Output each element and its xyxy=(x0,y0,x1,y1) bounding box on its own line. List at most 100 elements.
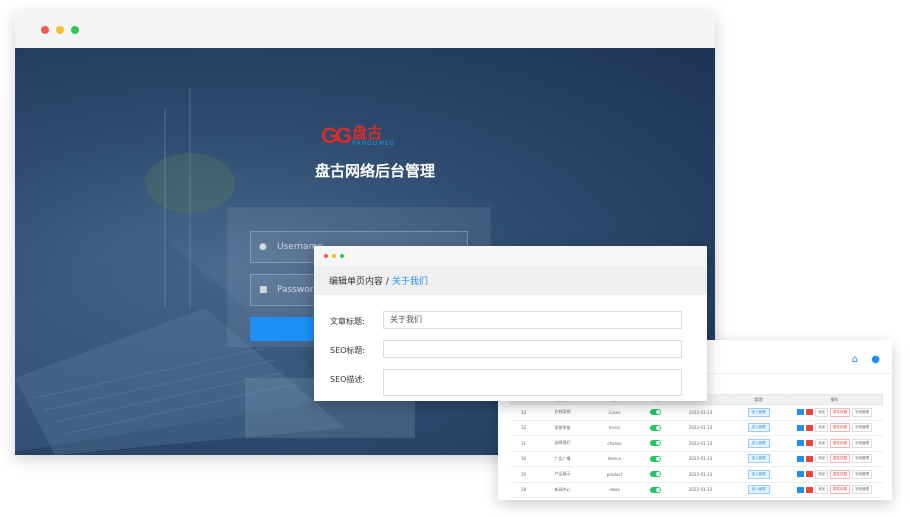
add-button[interactable]: 添加 xyxy=(815,423,828,433)
attr-button[interactable]: 属性设置 xyxy=(830,407,850,417)
cell-id: 30 xyxy=(510,451,537,467)
table-row: 30 广告广播 device 2022-01-13 进入管理 添加 属性设置 字段管… xyxy=(510,451,883,467)
enter-manage-button[interactable]: 进入管理 xyxy=(747,454,770,464)
delete-button[interactable] xyxy=(806,440,813,447)
brand-logo: GG 盘古 PANGUWEB xyxy=(321,123,395,149)
cell-en: choose xyxy=(588,435,641,452)
table-row: 31 选择我们 choose 2022-01-13 进入管理 添加 属性设置 字段管… xyxy=(510,435,883,452)
add-button[interactable]: 添加 xyxy=(815,454,828,464)
cell-status xyxy=(640,404,671,421)
add-button[interactable]: 添加 xyxy=(815,485,828,495)
status-toggle[interactable] xyxy=(650,471,661,478)
home-icon[interactable]: ⌂ xyxy=(852,355,858,365)
enter-manage-button[interactable]: 进入管理 xyxy=(747,438,770,448)
article-title-label: 文章标题: xyxy=(330,317,365,326)
attr-button[interactable]: 属性设置 xyxy=(830,469,850,479)
table-row: 29 产品展示 product 2022-01-13 进入管理 添加 属性设置 字段… xyxy=(510,466,883,483)
cell-actions: 添加 属性设置 字段管理 xyxy=(786,466,883,483)
status-toggle[interactable] xyxy=(650,440,661,447)
delete-button[interactable] xyxy=(806,486,813,493)
seo-button[interactable]: 字段管理 xyxy=(852,454,872,464)
delete-button[interactable] xyxy=(806,409,813,416)
minimize-dot-icon[interactable] xyxy=(332,254,336,258)
attr-button[interactable]: 属性设置 xyxy=(830,438,850,448)
cell-name: 新闻中心 xyxy=(536,482,589,498)
edit-button[interactable] xyxy=(797,424,804,431)
maximize-dot-icon[interactable] xyxy=(340,254,344,258)
table-row: 28 新闻中心 news 2022-01-13 进入管理 添加 属性设置 字段管理 xyxy=(510,482,883,498)
cell-id: 33 xyxy=(510,404,537,421)
lock-icon: ■ xyxy=(259,285,268,295)
cell-actions: 添加 属性设置 字段管理 xyxy=(786,404,883,421)
edit-button[interactable] xyxy=(797,486,804,493)
cell-en: honor xyxy=(588,420,641,436)
edit-button[interactable] xyxy=(797,440,804,447)
cell-en: device xyxy=(588,451,641,467)
article-title-input[interactable]: 关于我们 xyxy=(383,311,682,329)
seo-title-input[interactable] xyxy=(383,340,682,358)
cell-name: 产品展示 xyxy=(536,466,589,483)
close-dot-icon[interactable] xyxy=(324,254,328,258)
status-toggle[interactable] xyxy=(650,455,661,462)
cell-date: 2022-01-13 xyxy=(670,451,731,467)
status-toggle[interactable] xyxy=(650,409,661,416)
minimize-dot-icon[interactable] xyxy=(56,26,64,34)
seo-description-textarea[interactable] xyxy=(383,369,682,396)
add-button[interactable]: 添加 xyxy=(815,469,828,479)
cell-id: 31 xyxy=(510,435,537,452)
cell-actions: 添加 属性设置 字段管理 xyxy=(786,482,883,498)
add-button[interactable]: 添加 xyxy=(815,438,828,448)
cell-actions: 添加 属性设置 字段管理 xyxy=(786,420,883,436)
close-dot-icon[interactable] xyxy=(41,26,49,34)
seo-button[interactable]: 字段管理 xyxy=(852,423,872,433)
cell-manage: 进入管理 xyxy=(730,451,787,467)
cell-manage: 进入管理 xyxy=(730,435,787,452)
cell-date: 2022-01-13 xyxy=(670,420,731,436)
cell-id: 32 xyxy=(510,420,537,436)
seo-button[interactable]: 字段管理 xyxy=(852,469,872,479)
cell-status xyxy=(640,466,671,483)
edit-button[interactable] xyxy=(797,409,804,416)
breadcrumb: 编辑单页内容 / 关于我们 xyxy=(314,266,707,295)
enter-manage-button[interactable]: 进入管理 xyxy=(747,485,770,495)
login-title: 盘古网络后台管理 xyxy=(314,162,435,180)
logo-mark: GG xyxy=(321,123,352,148)
edit-button[interactable] xyxy=(797,471,804,478)
attr-button[interactable]: 属性设置 xyxy=(830,454,850,464)
cell-status xyxy=(640,435,671,452)
attr-button[interactable]: 属性设置 xyxy=(830,485,850,495)
logo-text: 盘古 PANGUWEB xyxy=(352,125,395,147)
edit-button[interactable] xyxy=(797,455,804,462)
login-titlebar xyxy=(15,12,715,48)
seo-button[interactable]: 字段管理 xyxy=(852,438,872,448)
seo-button[interactable]: 字段管理 xyxy=(852,485,872,495)
delete-button[interactable] xyxy=(806,424,813,431)
cell-date: 2022-01-13 xyxy=(670,435,731,452)
seo-button[interactable]: 字段管理 xyxy=(852,407,872,417)
status-toggle[interactable] xyxy=(650,424,661,431)
column-header: 管理 xyxy=(730,394,787,405)
add-button[interactable]: 添加 xyxy=(815,407,828,417)
cell-manage: 进入管理 xyxy=(730,466,787,483)
cell-manage: 进入管理 xyxy=(730,420,787,436)
cell-manage: 进入管理 xyxy=(730,482,787,498)
cell-actions: 添加 属性设置 字段管理 xyxy=(786,451,883,467)
enter-manage-button[interactable]: 进入管理 xyxy=(747,423,770,433)
status-toggle[interactable] xyxy=(650,486,661,493)
enter-manage-button[interactable]: 进入管理 xyxy=(747,469,770,479)
breadcrumb-link[interactable]: 关于我们 xyxy=(392,274,428,287)
cell-actions: 添加 属性设置 字段管理 xyxy=(786,435,883,452)
user-menu-icon[interactable]: ● xyxy=(871,355,880,365)
cell-status xyxy=(640,482,671,498)
cell-status xyxy=(640,451,671,467)
cell-en: Cases xyxy=(588,404,641,421)
user-icon: ● xyxy=(259,242,267,252)
cell-date: 2022-01-13 xyxy=(670,466,731,483)
delete-button[interactable] xyxy=(806,471,813,478)
attr-button[interactable]: 属性设置 xyxy=(830,423,850,433)
maximize-dot-icon[interactable] xyxy=(71,26,79,34)
seo-title-label: SEO标题: xyxy=(330,346,366,355)
enter-manage-button[interactable]: 进入管理 xyxy=(747,407,770,417)
delete-button[interactable] xyxy=(806,455,813,462)
seo-description-label: SEO描述: xyxy=(330,375,366,384)
